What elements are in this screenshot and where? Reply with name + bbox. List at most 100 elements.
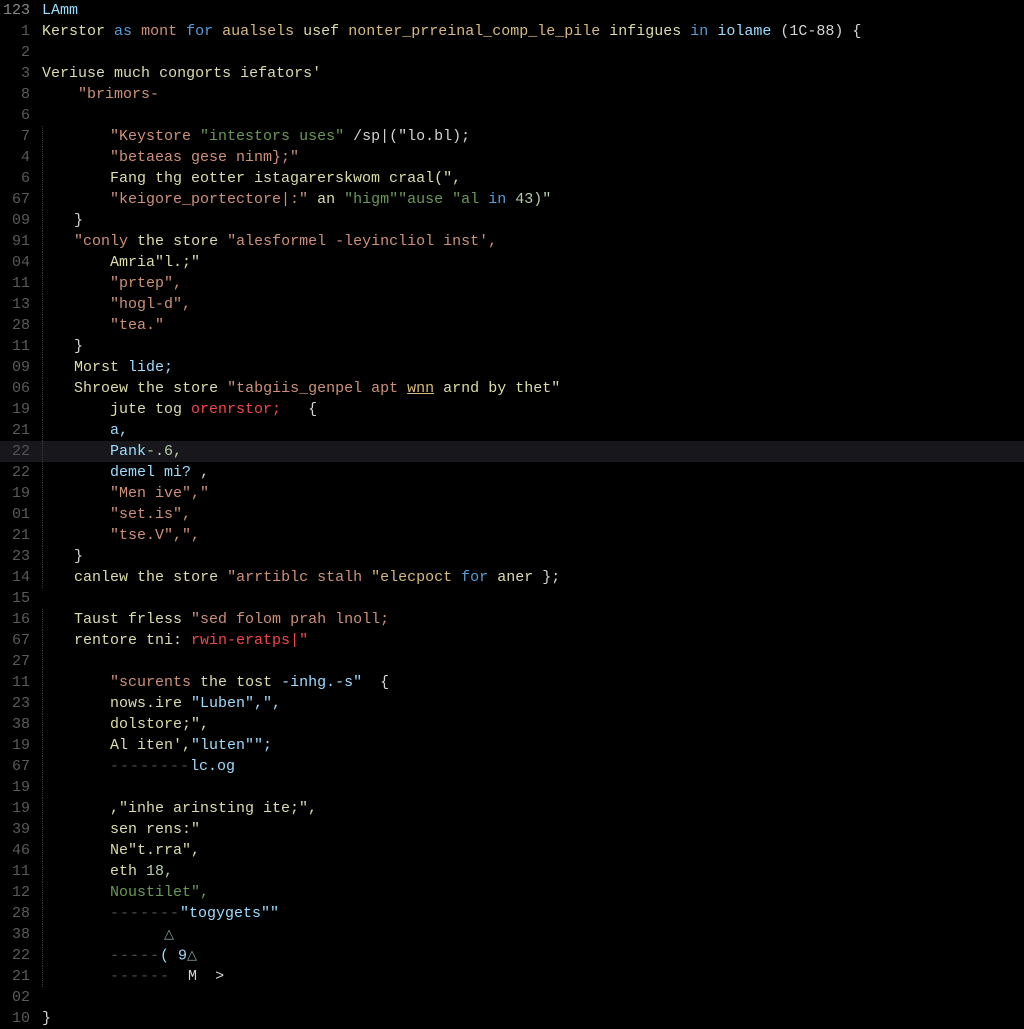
line-number: 67: [0, 630, 30, 651]
chevron-icon: △: [187, 945, 197, 966]
code-line[interactable]: Amria"l.;": [42, 252, 1024, 273]
code-line[interactable]: }: [42, 546, 1024, 567]
code-line[interactable]: dolstore;",: [42, 714, 1024, 735]
line-number: 6: [0, 168, 30, 189]
code-line[interactable]: "keigore_portectore|:" an "higm""ause "a…: [42, 189, 1024, 210]
code-line[interactable]: Shroew the store "tabgiis_genpel apt wnn…: [42, 378, 1024, 399]
line-number: 04: [0, 252, 30, 273]
line-number: 4: [0, 147, 30, 168]
code-line[interactable]: "set.is",: [42, 504, 1024, 525]
code-line[interactable]: eth 18,: [42, 861, 1024, 882]
code-line[interactable]: Veriuse much congorts iefators': [42, 63, 1024, 84]
code-line[interactable]: [42, 651, 1024, 672]
line-number: 12: [0, 882, 30, 903]
line-number: 8: [0, 84, 30, 105]
line-number-gutter: 123 1 2 3 8 6 7 4 6 67 09 91 04 11 13 28…: [0, 0, 38, 1024]
line-number: 67: [0, 756, 30, 777]
chevron-right-icon: >: [215, 968, 224, 985]
code-line[interactable]: "tse.V",",: [42, 525, 1024, 546]
code-line[interactable]: demel mi? ,: [42, 462, 1024, 483]
line-number: 38: [0, 714, 30, 735]
line-number: 7: [0, 126, 30, 147]
code-line[interactable]: -----( 9△: [42, 945, 1024, 966]
line-number: 15: [0, 588, 30, 609]
code-line[interactable]: "conly the store "alesformel -leyincliol…: [42, 231, 1024, 252]
line-number: 27: [0, 651, 30, 672]
code-line-highlighted[interactable]: Pank-.6,: [0, 441, 1024, 462]
breadcrumb-line: LAmm: [42, 0, 1024, 21]
line-number: 1: [0, 21, 30, 42]
code-line[interactable]: ,"inhe arinsting ite;",: [42, 798, 1024, 819]
code-line[interactable]: [42, 987, 1024, 1008]
line-number: 2: [0, 42, 30, 63]
line-number: 3: [0, 63, 30, 84]
line-number: 23: [0, 693, 30, 714]
line-number: 23: [0, 546, 30, 567]
code-line[interactable]: "Keystore "intestors uses" /sp|("lo.bl);: [42, 126, 1024, 147]
line-number: 11: [0, 273, 30, 294]
code-line[interactable]: [42, 42, 1024, 63]
code-line[interactable]: [42, 777, 1024, 798]
warning-triangle-icon: △: [164, 924, 174, 945]
code-line[interactable]: -------"togygets"": [42, 903, 1024, 924]
line-number: 46: [0, 840, 30, 861]
code-line[interactable]: ------ M >: [42, 966, 1024, 987]
line-number: 10: [0, 1008, 30, 1029]
line-number: 19: [0, 735, 30, 756]
line-number: 39: [0, 819, 30, 840]
code-line[interactable]: "hogl-d",: [42, 294, 1024, 315]
line-number: 21: [0, 966, 30, 987]
code-line[interactable]: --------lc.og: [42, 756, 1024, 777]
line-number: 02: [0, 987, 30, 1008]
code-line[interactable]: "brimors-: [42, 84, 1024, 105]
code-line[interactable]: [42, 105, 1024, 126]
code-line[interactable]: "scurents the tost -inhg.-s" {: [42, 672, 1024, 693]
line-number: 19: [0, 798, 30, 819]
line-number: 11: [0, 672, 30, 693]
line-number: 11: [0, 861, 30, 882]
code-line[interactable]: jute tog orenrstor; {: [42, 399, 1024, 420]
line-number: 6: [0, 105, 30, 126]
line-number: 28: [0, 903, 30, 924]
line-number: 67: [0, 189, 30, 210]
code-line[interactable]: nows.ire "Luben",",: [42, 693, 1024, 714]
line-number: 13: [0, 294, 30, 315]
code-line[interactable]: a,: [42, 420, 1024, 441]
line-number: 14: [0, 567, 30, 588]
code-line[interactable]: "tea.": [42, 315, 1024, 336]
code-line[interactable]: Fang thg eotter istagarerskwom craal(",: [42, 168, 1024, 189]
code-editor[interactable]: 123 1 2 3 8 6 7 4 6 67 09 91 04 11 13 28…: [0, 0, 1024, 1024]
code-line[interactable]: rentore tni: rwin-eratps|": [42, 630, 1024, 651]
code-line[interactable]: Ne"t.rra",: [42, 840, 1024, 861]
code-line[interactable]: [42, 588, 1024, 609]
line-number: 01: [0, 504, 30, 525]
line-number: 22: [0, 462, 30, 483]
code-line[interactable]: Noustilet",: [42, 882, 1024, 903]
line-number: 21: [0, 420, 30, 441]
code-line[interactable]: sen rens:": [42, 819, 1024, 840]
line-number: 28: [0, 315, 30, 336]
code-line[interactable]: "Men ive",": [42, 483, 1024, 504]
code-area[interactable]: LAmm Kerstor as mont for aualsels usef n…: [38, 0, 1024, 1024]
line-number: 38: [0, 924, 30, 945]
line-number: 06: [0, 378, 30, 399]
line-number: 19: [0, 777, 30, 798]
line-number: 91: [0, 231, 30, 252]
code-line[interactable]: Morst lide;: [42, 357, 1024, 378]
line-number: 22: [0, 945, 30, 966]
code-line[interactable]: "betaeas gese ninm};": [42, 147, 1024, 168]
code-line[interactable]: "prtep",: [42, 273, 1024, 294]
line-number: 19: [0, 399, 30, 420]
code-line[interactable]: △: [42, 924, 1024, 945]
top-line-number: 123: [0, 0, 30, 21]
line-number: 16: [0, 609, 30, 630]
code-line[interactable]: }: [42, 336, 1024, 357]
code-line[interactable]: }: [42, 210, 1024, 231]
line-number: 19: [0, 483, 30, 504]
code-line[interactable]: Al iten',"luten"";: [42, 735, 1024, 756]
line-number: 21: [0, 525, 30, 546]
code-line[interactable]: }: [42, 1008, 1024, 1029]
code-line[interactable]: canlew the store "arrtiblc stalh "elecpo…: [42, 567, 1024, 588]
code-line[interactable]: Kerstor as mont for aualsels usef nonter…: [42, 21, 1024, 42]
code-line[interactable]: Taust frless "sed folom prah lnoll;: [42, 609, 1024, 630]
